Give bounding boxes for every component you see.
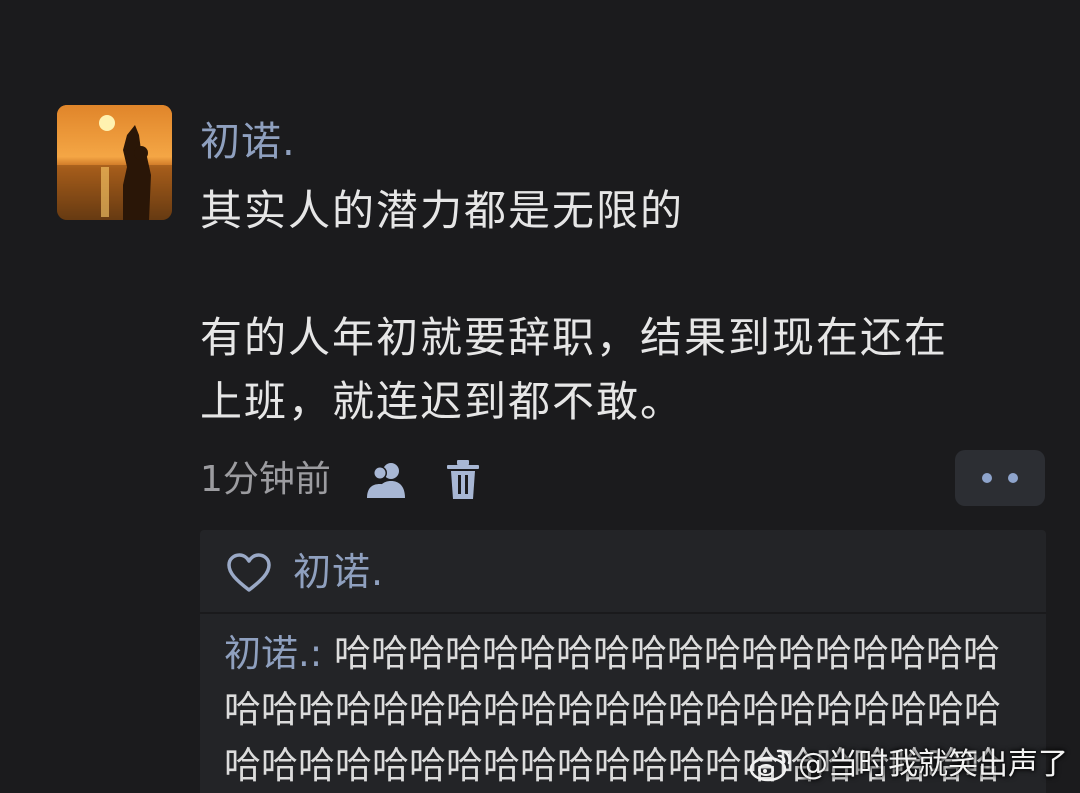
trash-icon[interactable] xyxy=(445,459,481,501)
post-text-line: 其实人的潜力都是无限的 xyxy=(200,186,685,235)
more-actions-button[interactable] xyxy=(955,450,1045,506)
comment-author[interactable]: 初诺.: xyxy=(224,632,322,675)
avatar[interactable] xyxy=(57,105,172,220)
watermark-text: @当时我就笑出声了 xyxy=(798,747,1068,782)
post-meta-row: 1分钟前 xyxy=(200,452,481,508)
heart-icon xyxy=(226,552,272,594)
friends-visibility-icon[interactable] xyxy=(365,460,409,500)
liker-name[interactable]: 初诺. xyxy=(293,546,384,598)
weibo-logo-icon xyxy=(748,747,794,783)
more-dots-icon xyxy=(1008,473,1018,483)
weibo-watermark: @当时我就笑出声了 xyxy=(748,745,1068,785)
post-author-name[interactable]: 初诺. xyxy=(200,116,296,168)
post-text-line: 上班，就连迟到都不敢。 xyxy=(200,377,685,426)
more-dots-icon xyxy=(982,473,992,483)
post-text-line: 有的人年初就要辞职，结果到现在还在 xyxy=(200,313,949,362)
likes-row: 初诺. xyxy=(200,530,1046,614)
moments-post-screen: 初诺. 其实人的潜力都是无限的 有的人年初就要辞职，结果到现在还在 上班，就连迟… xyxy=(0,0,1080,793)
post-timestamp: 1分钟前 xyxy=(200,459,331,500)
